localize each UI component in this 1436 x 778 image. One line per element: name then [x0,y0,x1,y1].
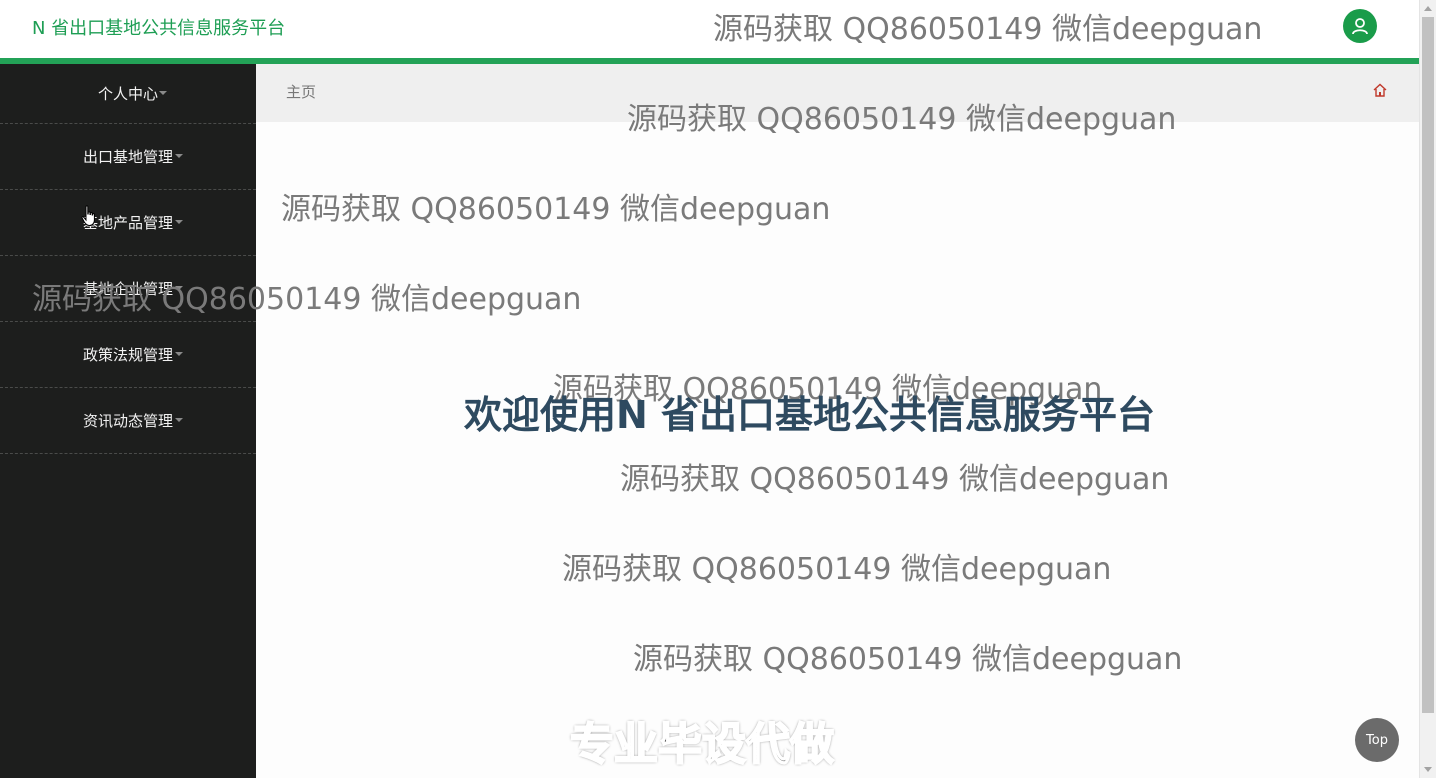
watermark-text: 源码获取 QQ86050149 微信deepguan [627,102,1177,137]
promo-text: 专业毕设代做 [569,718,835,771]
sidebar-item-news[interactable]: 资讯动态管理 [0,388,256,454]
sidebar-item-label: 出口基地管理 [82,148,173,166]
watermark-text: 源码获取 QQ86050149 微信deepguan [620,462,1170,497]
watermark-text: 源码获取 QQ86050149 微信deepguan [32,282,582,317]
back-to-top-button[interactable]: Top [1355,718,1399,762]
watermark-text: 源码获取 QQ86050149 微信deepguan [713,12,1263,47]
sidebar-item-policies[interactable]: 政策法规管理 [0,322,256,388]
chevron-down-icon [175,351,183,356]
sidebar-item-label: 资讯动态管理 [82,412,173,430]
sidebar-item-export-base[interactable]: 出口基地管理 [0,124,256,190]
scroll-up-icon[interactable] [1424,6,1432,11]
welcome-heading: 欢迎使用N 省出口基地公共信息服务平台 [464,393,1156,437]
watermark-text: 源码获取 QQ86050149 微信deepguan [281,192,831,227]
chevron-down-icon [175,219,183,224]
scroll-down-icon[interactable] [1424,767,1432,772]
sidebar-item-label: 个人中心 [97,85,158,103]
user-icon[interactable] [1343,9,1377,43]
watermark-text: 源码获取 QQ86050149 微信deepguan [633,642,1183,677]
chevron-down-icon [159,90,167,95]
chevron-down-icon [175,417,183,422]
sidebar-item-base-products[interactable]: 基地产品管理 [0,190,256,256]
sidebar: 个人中心 出口基地管理 基地产品管理 基地企业管理 政策法规管理 资讯动态管理 [0,64,256,778]
home-icon[interactable] [1372,82,1388,98]
breadcrumb-home-link[interactable]: 主页 [286,81,316,102]
sidebar-item-label: 政策法规管理 [82,346,173,364]
app-title: N 省出口基地公共信息服务平台 [32,18,286,39]
sidebar-item-personal-center[interactable]: 个人中心 [0,64,256,124]
vertical-scrollbar[interactable] [1419,0,1436,778]
scrollbar-thumb[interactable] [1422,17,1434,713]
chevron-down-icon [175,153,183,158]
hand-cursor-icon [81,205,95,227]
watermark-text: 源码获取 QQ86050149 微信deepguan [562,552,1112,587]
